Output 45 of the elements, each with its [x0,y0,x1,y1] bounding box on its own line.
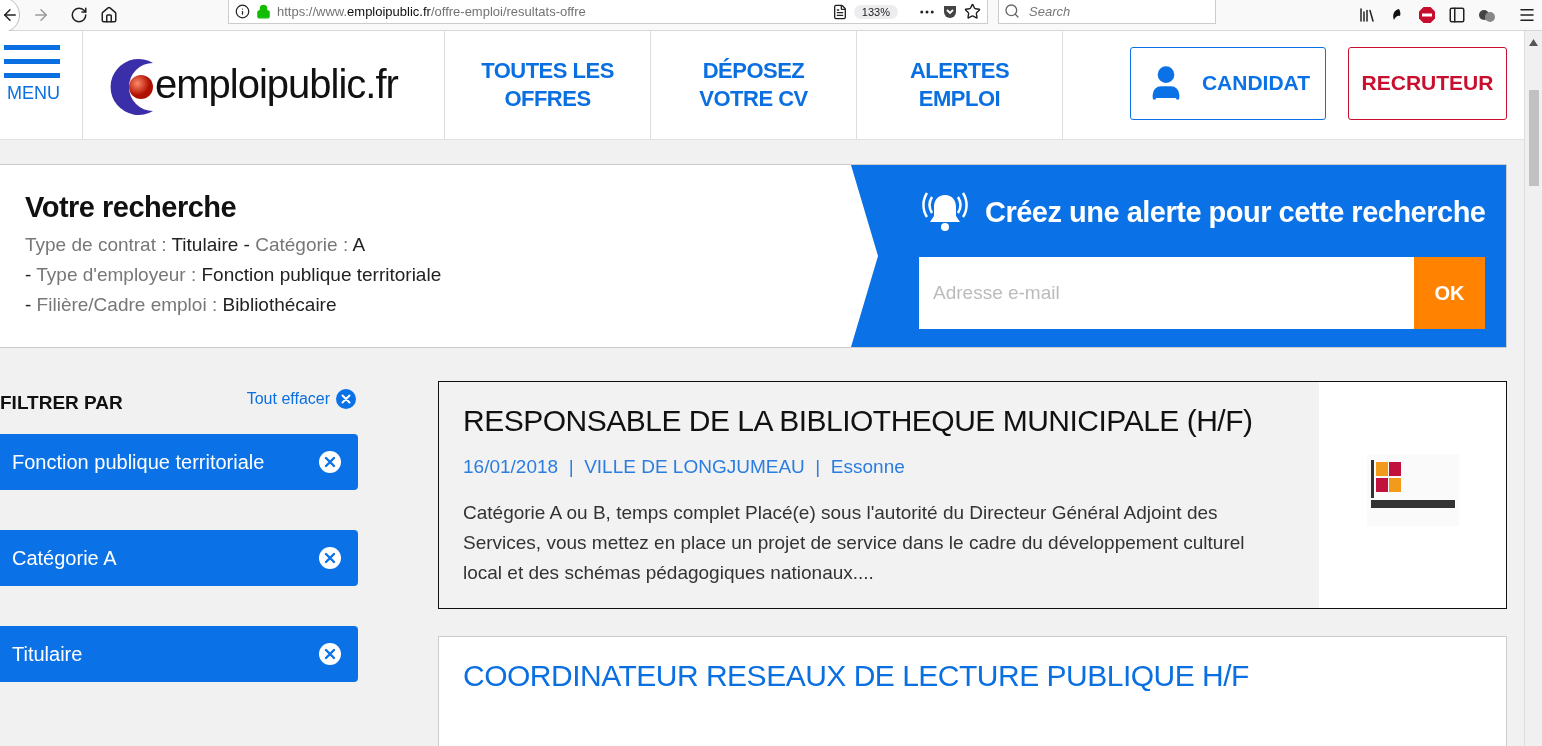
nav-link[interactable]: TOUTES LES OFFRES [445,31,651,139]
scroll-up-icon[interactable] [1529,39,1538,46]
scrollbar-thumb[interactable] [1528,90,1539,186]
filter-chip[interactable]: Fonction publique territoriale [0,434,358,490]
url-text[interactable]: https://www.emploipublic.fr/offre-emploi/resultats-offre [277,4,826,19]
job-meta: 16/01/2018 | VILLE DE LONGJUMEAU | Essonne [463,456,906,478]
remove-icon[interactable] [318,642,342,666]
filter-chip[interactable]: Titulaire [0,626,358,682]
pocket-icon[interactable] [942,3,958,20]
recruiter-button[interactable]: RECRUTEUR [1348,46,1507,120]
remove-icon[interactable] [318,546,342,570]
criteria-line: Type de contrat : Titulaire - Catégorie : A [25,233,367,257]
zoom-level[interactable]: 133% [853,4,898,19]
job-title[interactable]: RESPONSABLE DE LA BIBLIOTHEQUE MUNICIPALE (H/F) [463,404,1279,438]
forward-icon[interactable] [32,6,50,24]
bookmark-star-icon[interactable] [964,3,981,20]
job-card[interactable] [438,381,1507,609]
logo-text[interactable]: emploipublic.fr [155,62,398,107]
lock-icon [256,4,271,19]
back-icon[interactable] [1,6,19,24]
job-description: Catégorie A ou B, temps complet Placé(e) sous l'autorité du Directeur Général Adjoint des Services, vous mettez en place un projet de service dans le cadre du développement culturel local et des schémas pédagogiques nationaux.... [463,501,1246,585]
search-field[interactable]: Search [998,0,1216,24]
ok-button[interactable]: OK [1414,257,1485,329]
criteria-line: - Filière/Cadre emploi : Bibliothécaire [25,293,338,317]
filter-title: FILTRER PAR [0,392,123,414]
job-card[interactable]: COORDINATEUR RESEAUX DE LECTURE PUBLIQUE H/F [438,636,1507,746]
address-bar[interactable]: https://www.emploipublic.fr/offre-emploi/resultats-offre 133% [228,0,988,24]
alert-title: Créez une alerte pour cette recherche [985,195,1486,229]
criteria-line: - Type d'employeur : Fonction publique territoriale [25,263,443,287]
home-icon[interactable] [100,6,118,24]
search-summary-title: Votre recherche [25,191,238,224]
email-field[interactable]: Adresse e-mail [919,257,1414,329]
nav-link[interactable]: ALERTES EMPLOI [857,31,1063,139]
candidate-button[interactable]: CANDIDAT [1130,46,1326,120]
reader-view-icon[interactable] [831,3,848,20]
clear-all-link[interactable]: Tout effacer [246,389,356,409]
filter-chip[interactable]: Catégorie A [0,530,358,586]
info-icon[interactable] [235,4,250,19]
reload-icon[interactable] [70,6,88,24]
nav-link[interactable]: DÉPOSEZ VOTRE CV [651,31,857,139]
clear-icon[interactable] [336,389,356,409]
menu-button[interactable]: MENU [0,31,83,139]
job-title[interactable]: COORDINATEUR RESEAUX DE LECTURE PUBLIQUE H/F [463,659,1466,693]
scrollbar[interactable] [1524,31,1542,746]
remove-icon[interactable] [318,450,342,474]
